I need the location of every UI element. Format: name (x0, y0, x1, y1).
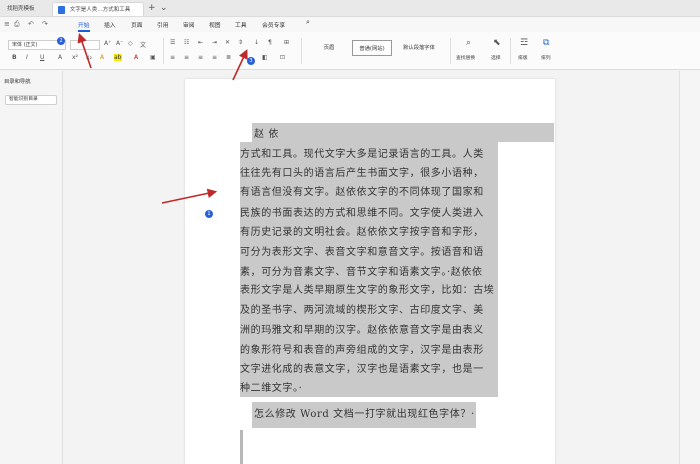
step-badge: 2 (57, 37, 65, 45)
divider (301, 38, 302, 64)
document-icon (58, 5, 65, 14)
highlight-icon[interactable]: ab (114, 54, 122, 61)
doc-line: 往往先有口头的语言后产生书面文字，很多小语种， (240, 168, 484, 179)
doc-line: 方式和工具。现代文字大多是记录语言的工具。人类 (240, 149, 484, 160)
bullet-list-icon[interactable]: ☰ (170, 39, 175, 46)
step-badge: 3 (247, 57, 255, 65)
ribbon-toolbar: 宋体 (正文) A⁺ A⁻ ◇ 文 B I U A x² x₂ A ab A ▣… (0, 32, 700, 70)
tab-template-home-label: 找稻壳模板 (7, 6, 35, 12)
layout-button[interactable]: 排版 (518, 54, 528, 61)
underline-icon[interactable]: U (40, 54, 44, 61)
distribute-icon[interactable]: ≣ (226, 54, 231, 61)
menu-insert[interactable]: 插入 (104, 20, 116, 29)
doc-line: 及的圣书字、两河流域的楔形文字、古印度文字、美 (240, 305, 484, 316)
shading-icon[interactable]: ◧ (262, 54, 268, 61)
italic-icon[interactable]: I (26, 54, 28, 61)
style-default-paragraph[interactable]: 默认段落字体 (396, 40, 442, 56)
menu-view[interactable]: 视图 (209, 20, 221, 29)
doc-line: 表形文字是人类早期原生文字的象形文字，比如：古埃 (240, 285, 495, 296)
divider (510, 38, 511, 64)
redo-icon[interactable]: ↷ (42, 20, 48, 28)
save-icon[interactable]: ⎙ (14, 20, 20, 29)
doc-line: 有历史记录的文明社会。赵依依文字按字音和字形， (240, 227, 484, 238)
divider (450, 38, 451, 64)
paragraph-marker (240, 430, 243, 464)
style-header[interactable]: 页眉 (310, 40, 348, 56)
tab-document[interactable]: 文字是人类…方式和工具 × (52, 2, 144, 27)
search-icon[interactable]: ⌕ (306, 18, 310, 27)
doc-line: 民族的书面表达的方式和思维不同。文字使人类进入 (240, 208, 484, 219)
align-left-icon[interactable]: ≡ (170, 54, 175, 61)
justify-icon[interactable]: ≡ (212, 54, 217, 61)
doc-line: 可分为表形文字、表音文字和意音文字。按语音和语 (240, 247, 484, 258)
tab-document-label: 文字是人类…方式和工具 (69, 7, 131, 13)
decrease-indent-icon[interactable]: ⇤ (198, 39, 203, 46)
superscript-icon[interactable]: x² (72, 54, 78, 61)
menu-page[interactable]: 页面 (131, 20, 143, 29)
undo-icon[interactable]: ↶ (28, 20, 34, 28)
navigation-panel-title: 目录和导航 (4, 79, 31, 85)
step-badge: 1 (205, 210, 213, 218)
text-effect-icon[interactable]: A (100, 54, 104, 61)
phonetic-icon[interactable]: 文 (140, 40, 146, 49)
doc-line: 怎么修改 Word 文档一打字就出现红色字体？· (254, 409, 475, 420)
menu-reference[interactable]: 引用 (157, 20, 169, 29)
tab-template-home[interactable]: 找稻壳模板 (2, 2, 40, 16)
doc-line: 赵 依 (254, 129, 279, 140)
sort-icon[interactable]: ↓ (254, 39, 259, 46)
chinese-layout-icon[interactable]: ✕ (225, 39, 230, 46)
find-replace-button[interactable]: 查找替换 (456, 54, 475, 61)
doc-line: 种二维文字。· (240, 383, 303, 394)
find-icon[interactable]: ⌕ (466, 38, 471, 48)
select-button[interactable]: 选择 (491, 54, 501, 61)
align-center-icon[interactable]: ≡ (184, 54, 189, 61)
arrange-icon[interactable]: ⧉ (543, 38, 549, 48)
table-icon[interactable]: ⊞ (284, 39, 289, 46)
right-side-panel (679, 71, 700, 464)
show-marks-icon[interactable]: ¶ (268, 39, 272, 46)
strikethrough-icon[interactable]: A (58, 54, 62, 61)
select-icon[interactable]: ⬉ (493, 38, 501, 48)
layout-icon[interactable]: ☲ (520, 38, 528, 48)
menu-review[interactable]: 审阅 (183, 20, 195, 29)
menu-bar: ≡ ⎙ ↶ ↷ 开始 插入 页面 引用 审阅 视图 工具 会员专享 ⌕ (0, 17, 700, 32)
doc-line: 有语言但没有文字。赵依依文字的不同体现了国家和 (240, 187, 484, 198)
menu-member[interactable]: 会员专享 (262, 20, 285, 29)
tab-list-dropdown-icon[interactable]: ⌄ (160, 3, 168, 13)
title-bar: 找稻壳模板 文字是人类…方式和工具 × + ⌄ (0, 0, 700, 27)
numbered-list-icon[interactable]: ☷ (184, 39, 189, 46)
subscript-icon[interactable]: x₂ (86, 54, 92, 61)
smart-toc-button[interactable]: 智能识别目录 (5, 95, 57, 105)
navigation-panel: 目录和导航 智能识别目录 (0, 71, 63, 464)
arrange-button[interactable]: 排列 (541, 54, 551, 61)
line-spacing-icon[interactable]: ⇕ (238, 39, 243, 46)
selection-highlight (252, 123, 554, 142)
char-shading-icon[interactable]: ▣ (150, 54, 156, 61)
style-normal-web[interactable]: 普通(网站) (352, 40, 392, 56)
border-icon[interactable]: ⊡ (280, 54, 285, 61)
divider (163, 38, 164, 64)
font-color-icon[interactable]: A (134, 54, 138, 61)
file-menu-icon[interactable]: ≡ (4, 20, 10, 28)
doc-line: 文字进化成的表意文字，汉字也是语素文字，也是一 (240, 364, 484, 375)
clear-format-icon[interactable]: ◇ (128, 40, 133, 47)
font-size-select[interactable] (70, 40, 100, 50)
align-right-icon[interactable]: ≡ (198, 54, 203, 61)
shrink-font-icon[interactable]: A⁻ (116, 40, 123, 47)
menu-start[interactable]: 开始 (78, 20, 90, 32)
bold-icon[interactable]: B (12, 54, 17, 61)
increase-indent-icon[interactable]: ⇥ (212, 39, 217, 46)
doc-line: 素，可分为音素文字、音节文字和语素文字。·赵依依 (240, 267, 483, 278)
grow-font-icon[interactable]: A⁺ (104, 40, 111, 47)
doc-line: 洲的玛雅文和早期的汉字。赵依依意音文字是由表义 (240, 325, 484, 336)
new-tab-button[interactable]: + (148, 3, 156, 13)
doc-line: 的象形符号和表音的声旁组成的文字，汉字是由表形 (240, 345, 484, 356)
menu-tools[interactable]: 工具 (235, 20, 247, 29)
